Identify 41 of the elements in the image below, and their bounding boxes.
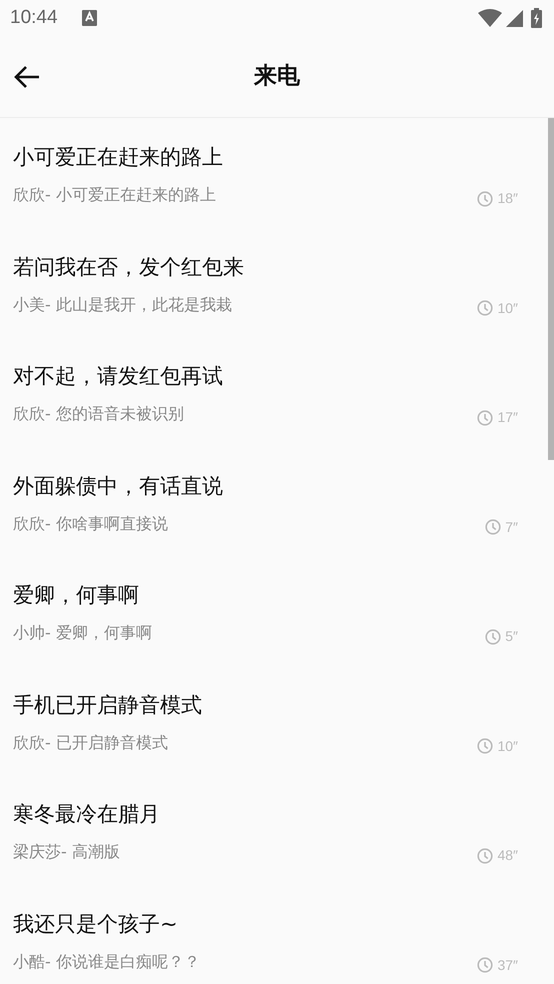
ringtone-subtitle: 欣欣- 小可爱正在赶来的路上 (13, 184, 216, 206)
scrollbar[interactable] (548, 118, 554, 460)
ringtone-subtitle: 欣欣- 您的语音未被识别 (13, 403, 184, 425)
duration-text: 18″ (497, 189, 518, 208)
clock-icon (477, 190, 494, 206)
ringtone-title[interactable]: 若问我在否，发个红包来 (13, 252, 518, 282)
clock-icon (477, 410, 494, 426)
duration-text: 10″ (497, 736, 518, 756)
keyboard-a-icon (82, 10, 97, 26)
status-time: 10:44 (10, 6, 58, 30)
wifi-icon (478, 9, 502, 27)
clock-icon (477, 738, 494, 754)
ringtone-subtitle: 小美- 此山是我开，此花是我栽 (13, 294, 232, 316)
ringtone-subtitle: 小帅- 爱卿，何事啊 (13, 622, 152, 644)
ringtone-title[interactable]: 手机已开启静音模式 (13, 690, 518, 720)
duration-text: 48″ (497, 846, 518, 865)
duration-text: 5″ (505, 627, 518, 646)
duration-text: 37″ (497, 956, 518, 974)
duration-text: 7″ (505, 518, 518, 536)
ringtone-title[interactable]: 我还只是个孩子~ (13, 908, 518, 938)
ringtone-subtitle: 小酷- 你说谁是白痴呢？？ (13, 950, 200, 972)
clock-icon (485, 628, 502, 644)
clock-icon (477, 848, 494, 864)
signal-icon (506, 10, 523, 26)
ringtone-subtitle: 欣欣- 你啥事啊直接说 (13, 512, 168, 534)
ringtone-title[interactable]: 爱卿，何事啊 (13, 580, 518, 610)
ringtone-subtitle: 欣欣- 已开启静音模式 (13, 732, 168, 754)
duration-text: 10″ (497, 298, 518, 318)
ringtone-title[interactable]: 外面躲债中，有话直说 (13, 470, 518, 500)
battery-charging-icon (531, 8, 542, 28)
clock-icon (477, 300, 494, 316)
back-arrow-icon (14, 64, 40, 89)
duration-text: 17″ (497, 408, 518, 427)
ringtone-subtitle: 梁庆莎- 高潮版 (13, 841, 120, 863)
back-button[interactable] (14, 64, 40, 89)
page-title: 来电 (254, 62, 300, 92)
ringtone-title[interactable]: 对不起，请发红包再试 (13, 361, 518, 391)
ringtone-title[interactable]: 寒冬最冷在腊月 (13, 799, 518, 829)
ringtone-title[interactable]: 小可爱正在赶来的路上 (13, 142, 518, 172)
clock-icon (485, 519, 502, 535)
clock-icon (477, 957, 494, 973)
